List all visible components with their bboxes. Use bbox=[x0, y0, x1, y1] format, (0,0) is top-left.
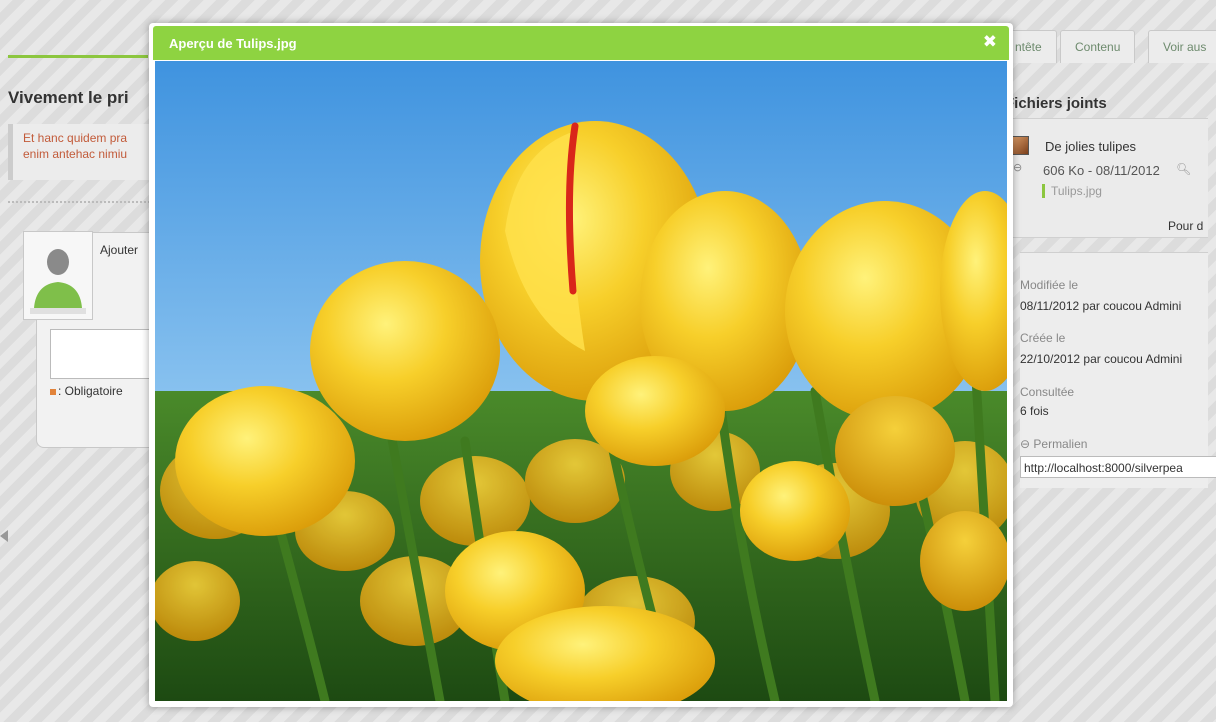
created-label: Créée le bbox=[1020, 331, 1066, 345]
modified-label: Modifiée le bbox=[1020, 278, 1079, 292]
dotted-divider bbox=[8, 201, 158, 203]
tulips-image bbox=[155, 61, 1007, 701]
attachments-title: Fichiers joints bbox=[1005, 95, 1107, 112]
avatar bbox=[23, 231, 93, 320]
views-value: 6 fois bbox=[1020, 404, 1049, 418]
publication-excerpt: Et hanc quidem pra enim antehac nimiu bbox=[8, 124, 158, 180]
excerpt-line-2: enim antehac nimiu bbox=[23, 147, 128, 161]
required-marker-icon bbox=[50, 388, 56, 395]
permalink-input[interactable]: http://localhost:8000/silverpea bbox=[1020, 456, 1216, 478]
required-legend: : Obligatoire bbox=[50, 384, 123, 398]
add-comment-label: Ajouter bbox=[100, 243, 139, 257]
attachment-filename-link[interactable]: Tulips.jpg bbox=[1042, 184, 1102, 198]
more-link[interactable]: Pour d bbox=[1168, 219, 1203, 233]
permalink-icon: ⊖ bbox=[1020, 437, 1034, 451]
dialog-title: Aperçu de Tulips.jpg bbox=[169, 36, 297, 51]
excerpt-line-1: Et hanc quidem pra bbox=[23, 131, 128, 145]
user-avatar-icon bbox=[24, 232, 92, 319]
close-icon[interactable]: ✖ bbox=[983, 32, 997, 52]
required-text: : Obligatoire bbox=[58, 384, 123, 398]
arrow-left-icon[interactable] bbox=[0, 530, 8, 542]
header-accent-line bbox=[8, 55, 148, 58]
tab-see-also[interactable]: Voir aus bbox=[1148, 30, 1216, 63]
image-preview-dialog: Aperçu de Tulips.jpg ✖ bbox=[149, 23, 1013, 707]
link-icon[interactable]: ⊖ bbox=[1013, 161, 1022, 174]
views-label: Consultée bbox=[1020, 385, 1075, 399]
preview-image bbox=[155, 61, 1007, 701]
created-value: 22/10/2012 par coucou Admini bbox=[1020, 352, 1183, 366]
attachment-title[interactable]: De jolies tulipes bbox=[1045, 139, 1136, 154]
permalink-label: ⊖ Permalien bbox=[1020, 437, 1088, 451]
publication-title: Vivement le pri bbox=[8, 88, 129, 107]
comment-textarea[interactable] bbox=[50, 329, 162, 379]
magnifier-icon[interactable]: 🔍︎ bbox=[1176, 162, 1191, 176]
image-file-icon bbox=[1012, 136, 1029, 155]
attachment-meta: 606 Ko - 08/11/2012 bbox=[1043, 163, 1160, 178]
modified-value: 08/11/2012 par coucou Admini bbox=[1020, 299, 1182, 313]
dialog-header: Aperçu de Tulips.jpg ✖ bbox=[153, 26, 1009, 60]
tab-content[interactable]: Contenu bbox=[1060, 30, 1136, 63]
